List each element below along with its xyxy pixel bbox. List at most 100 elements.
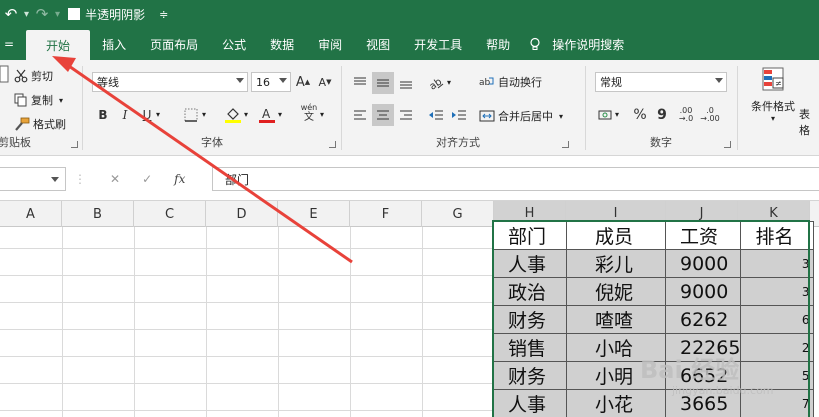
formula-input[interactable]: 部门 bbox=[212, 167, 819, 191]
redo-dropdown-icon[interactable]: ▾ bbox=[55, 9, 60, 20]
undo-button[interactable]: ↶ bbox=[0, 3, 22, 25]
font-launcher-icon[interactable] bbox=[329, 141, 336, 148]
number-format-dropdown-icon[interactable] bbox=[715, 78, 723, 83]
comma-style-button[interactable]: 9 bbox=[651, 104, 673, 126]
alignment-launcher-icon[interactable] bbox=[562, 141, 569, 148]
column-header[interactable]: C bbox=[134, 201, 206, 227]
phonetic-button[interactable]: wén 文 bbox=[298, 102, 320, 124]
table-cell[interactable]: 财务 bbox=[493, 305, 567, 334]
font-name-dropdown-icon[interactable] bbox=[236, 78, 244, 83]
underline-button[interactable]: U bbox=[136, 104, 158, 126]
customize-toolbar-icon[interactable]: ≑ bbox=[159, 8, 168, 21]
paste-button-edge[interactable] bbox=[0, 64, 10, 84]
italic-button[interactable]: I bbox=[114, 104, 136, 126]
merge-dropdown-icon[interactable]: ▾ bbox=[559, 112, 563, 121]
conditional-formatting-dropdown-icon[interactable]: ▾ bbox=[771, 114, 775, 123]
font-size-combo[interactable]: 16 bbox=[251, 72, 291, 92]
enter-icon[interactable]: ✓ bbox=[142, 172, 152, 186]
tab-view[interactable]: 视图 bbox=[354, 28, 402, 60]
tab-page-layout[interactable]: 页面布局 bbox=[138, 28, 210, 60]
insert-function-icon[interactable]: fx bbox=[174, 172, 185, 186]
format-painter-button[interactable]: 格式刷 bbox=[14, 116, 66, 132]
tab-file[interactable]: = bbox=[0, 28, 18, 60]
cut-button[interactable]: 剪切 bbox=[14, 68, 53, 84]
table-cell[interactable]: 人事 bbox=[493, 249, 567, 278]
table-cell[interactable]: 喳喳 bbox=[566, 305, 666, 334]
accounting-dropdown-icon[interactable]: ▾ bbox=[615, 110, 619, 119]
underline-dropdown-icon[interactable]: ▾ bbox=[156, 110, 160, 119]
format-as-table-button[interactable]: 表格 bbox=[799, 106, 819, 138]
percent-button[interactable]: % bbox=[629, 104, 651, 126]
clipboard-launcher-icon[interactable] bbox=[71, 141, 78, 148]
column-header[interactable]: E bbox=[278, 201, 350, 227]
table-cell[interactable]: 9000 bbox=[664, 277, 742, 306]
table-cell[interactable]: 彩儿 bbox=[566, 249, 666, 278]
phonetic-dropdown-icon[interactable]: ▾ bbox=[320, 110, 324, 119]
column-header[interactable]: D bbox=[206, 201, 278, 227]
table-cell[interactable]: 部门 bbox=[493, 221, 567, 250]
copy-button[interactable]: 复制 ▾ bbox=[14, 92, 63, 108]
table-cell[interactable]: 6262 bbox=[664, 305, 742, 334]
table-cell[interactable]: 财务 bbox=[493, 361, 567, 390]
column-header[interactable]: B bbox=[62, 201, 134, 227]
borders-dropdown-icon[interactable]: ▾ bbox=[202, 110, 206, 119]
grow-font-button[interactable]: A ▲ bbox=[292, 71, 314, 93]
table-cell[interactable]: 2 bbox=[740, 333, 815, 362]
align-center-button[interactable] bbox=[372, 104, 394, 126]
column-header[interactable]: F bbox=[350, 201, 422, 227]
accounting-format-button[interactable] bbox=[595, 104, 617, 126]
fill-color-dropdown-icon[interactable]: ▾ bbox=[244, 110, 248, 119]
font-color-button[interactable]: A bbox=[256, 104, 278, 126]
table-cell[interactable]: 倪妮 bbox=[566, 277, 666, 306]
tell-me-search[interactable]: 操作说明搜索 bbox=[522, 28, 636, 60]
align-right-button[interactable] bbox=[395, 104, 417, 126]
font-name-combo[interactable]: 等线 bbox=[92, 72, 248, 92]
align-middle-button[interactable] bbox=[372, 72, 394, 94]
table-cell[interactable]: 销售 bbox=[493, 333, 567, 362]
tab-review[interactable]: 审阅 bbox=[306, 28, 354, 60]
cancel-icon[interactable]: ✕ bbox=[110, 172, 120, 186]
redo-button[interactable]: ↷ bbox=[31, 3, 53, 25]
table-cell[interactable]: 3 bbox=[740, 249, 815, 278]
table-cell[interactable]: 6 bbox=[740, 305, 815, 334]
wrap-text-button[interactable]: ab 自动换行 bbox=[479, 74, 542, 90]
font-color-dropdown-icon[interactable]: ▾ bbox=[278, 110, 282, 119]
table-cell[interactable]: 9000 bbox=[664, 249, 742, 278]
increase-decimal-button[interactable]: .00 →.0 bbox=[675, 104, 697, 126]
bold-button[interactable]: B bbox=[92, 104, 114, 126]
borders-button[interactable] bbox=[180, 104, 202, 126]
table-cell[interactable]: 成员 bbox=[566, 221, 666, 250]
increase-indent-button[interactable] bbox=[448, 104, 470, 126]
table-cell[interactable]: 政治 bbox=[493, 277, 567, 306]
align-top-button[interactable] bbox=[349, 72, 371, 94]
tab-insert[interactable]: 插入 bbox=[90, 28, 138, 60]
column-header[interactable]: A bbox=[0, 201, 62, 227]
table-cell[interactable]: 3 bbox=[740, 277, 815, 306]
tab-home[interactable]: 开始 bbox=[26, 30, 91, 60]
tab-developer[interactable]: 开发工具 bbox=[402, 28, 474, 60]
table-cell[interactable]: 人事 bbox=[493, 389, 567, 417]
tab-formulas[interactable]: 公式 bbox=[210, 28, 258, 60]
font-size-dropdown-icon[interactable] bbox=[279, 78, 287, 83]
orientation-button[interactable]: ab bbox=[425, 72, 447, 94]
tab-data[interactable]: 数据 bbox=[258, 28, 306, 60]
orientation-dropdown-icon[interactable]: ▾ bbox=[447, 78, 451, 87]
align-left-button[interactable] bbox=[349, 104, 371, 126]
shrink-font-button[interactable]: A ▼ bbox=[314, 71, 336, 93]
name-box-dropdown-icon[interactable] bbox=[51, 177, 59, 182]
column-header[interactable]: G bbox=[422, 201, 494, 227]
merge-center-button[interactable]: 合并后居中 ▾ bbox=[479, 108, 563, 124]
name-box[interactable] bbox=[0, 167, 66, 191]
fill-color-button[interactable] bbox=[222, 104, 244, 126]
copy-dropdown-icon[interactable]: ▾ bbox=[59, 96, 63, 105]
conditional-formatting-button[interactable]: ≠ 条件格式 ▾ bbox=[743, 66, 803, 123]
tab-help[interactable]: 帮助 bbox=[474, 28, 522, 60]
table-cell[interactable]: 小花 bbox=[566, 389, 666, 417]
table-cell[interactable]: 工资 bbox=[664, 221, 742, 250]
table-cell[interactable]: 排名 bbox=[740, 221, 815, 250]
align-bottom-button[interactable] bbox=[395, 72, 417, 94]
undo-dropdown-icon[interactable]: ▾ bbox=[24, 9, 29, 20]
number-format-combo[interactable]: 常规 bbox=[595, 72, 727, 92]
number-launcher-icon[interactable] bbox=[724, 141, 731, 148]
decrease-decimal-button[interactable]: .0 →.00 bbox=[699, 104, 721, 126]
